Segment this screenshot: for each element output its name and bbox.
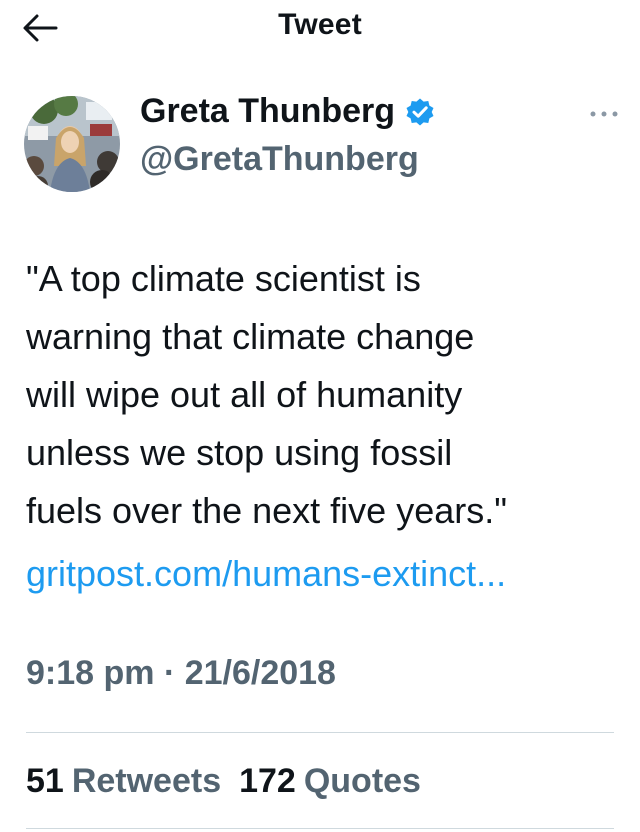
author-handle[interactable]: @GretaThunberg xyxy=(140,140,419,179)
retweets-label: Retweets xyxy=(71,762,222,800)
author-name: Greta Thunberg xyxy=(140,92,396,130)
more-horizontal-icon xyxy=(590,111,618,117)
profile-photo xyxy=(24,96,120,192)
retweets-count: 51 xyxy=(26,762,64,800)
avatar[interactable] xyxy=(24,96,120,192)
retweets-stat[interactable]: 51 Retweets xyxy=(26,762,221,801)
top-bar: Tweet xyxy=(0,0,640,56)
page-title: Tweet xyxy=(278,8,362,41)
quotes-count: 172 xyxy=(239,762,296,800)
tweet-timestamp[interactable]: 9:18 pm · 21/6/2018 xyxy=(26,654,336,693)
more-options-button[interactable] xyxy=(586,102,622,126)
tweet-link[interactable]: gritpost.com/humans-extinct... xyxy=(26,545,506,603)
tweet-stats: 51 Retweets 172 Quotes xyxy=(26,762,421,801)
divider xyxy=(26,828,614,829)
quotes-stat[interactable]: 172 Quotes xyxy=(239,762,421,801)
tweet-text: "A top climate scientist is warning that… xyxy=(26,258,508,531)
verified-badge-icon xyxy=(405,97,435,127)
author-name-row[interactable]: Greta Thunberg xyxy=(140,92,435,131)
divider xyxy=(26,732,614,733)
quotes-label: Quotes xyxy=(303,762,421,800)
